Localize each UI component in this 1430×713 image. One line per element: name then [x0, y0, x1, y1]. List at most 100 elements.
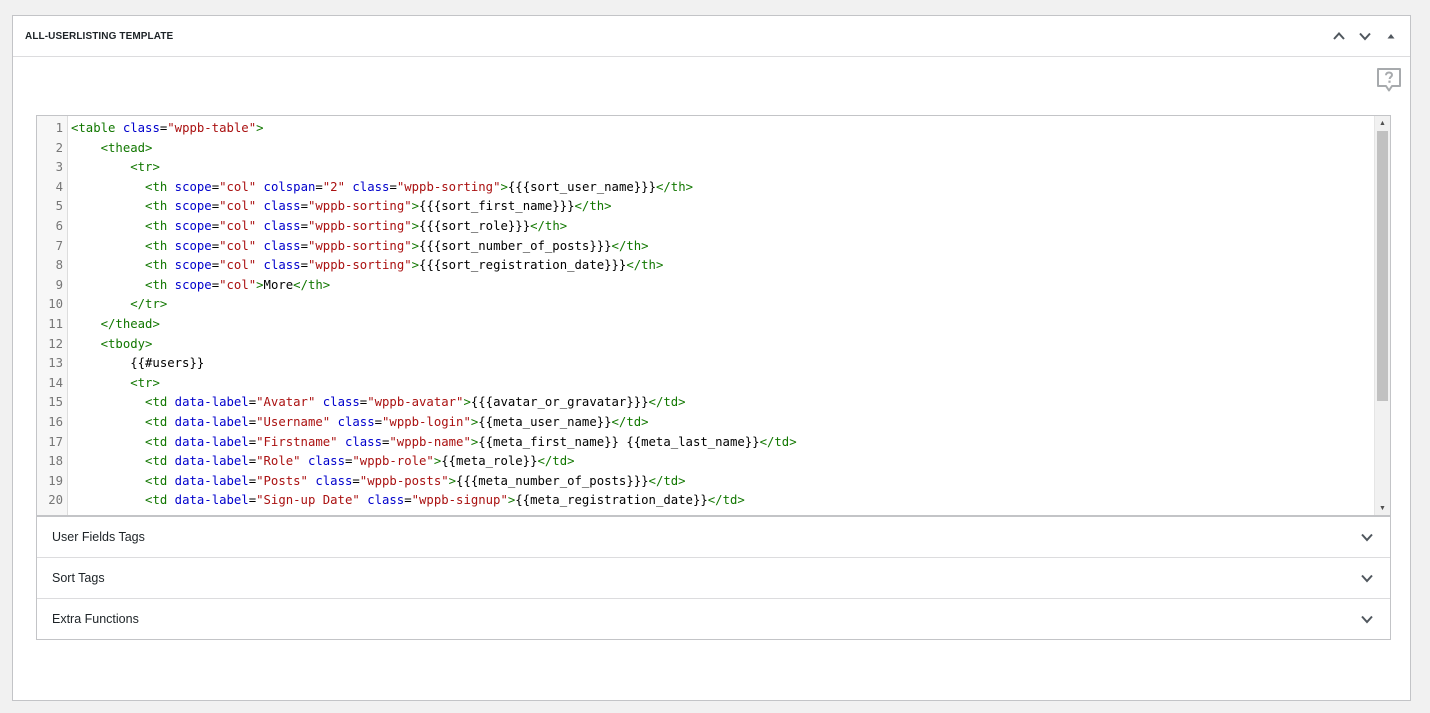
code-token: > [463, 395, 471, 410]
accordion-label: Extra Functions [52, 612, 139, 626]
code-token: <td [145, 473, 175, 488]
scroll-up-arrow-icon[interactable]: ▲ [1375, 116, 1390, 130]
accordion-label: Sort Tags [52, 571, 105, 585]
code-token: = [374, 414, 383, 429]
code-token: <td [145, 395, 175, 410]
code-token: = [248, 493, 257, 508]
code-line: <td data-label="Username" class="wppb-lo… [71, 413, 797, 433]
code-line: {{#users}} [71, 354, 797, 374]
code-line: <table class="wppb-table"> [71, 119, 797, 139]
code-token: "Avatar" [256, 395, 316, 410]
code-token: </td> [537, 454, 575, 469]
code-token: "2" [322, 179, 345, 194]
code-token: <thead> [100, 140, 153, 155]
code-token: "wppb-sorting" [307, 238, 412, 253]
toggle-panel-button[interactable] [1378, 16, 1404, 56]
code-token: scope [174, 218, 212, 233]
code-token: "Username" [256, 414, 331, 429]
accordion-extra-functions[interactable]: Extra Functions [37, 598, 1390, 639]
code-line: <th scope="col" class="wppb-sorting">{{{… [71, 237, 797, 257]
code-token: scope [174, 277, 212, 292]
code-token: scope [174, 258, 212, 273]
move-up-button[interactable] [1326, 16, 1352, 56]
help-question-icon[interactable] [1376, 67, 1402, 93]
code-line: <th scope="col" class="wppb-sorting">{{{… [71, 197, 797, 217]
code-token: class [337, 414, 375, 429]
code-token: <th [145, 179, 175, 194]
code-token: {{meta_role}} [441, 454, 538, 469]
code-token: "Firstname" [256, 434, 338, 449]
code-token: scope [174, 199, 212, 214]
code-token: > [500, 179, 508, 194]
chevron-down-icon [1361, 533, 1373, 542]
code-token: = [300, 238, 308, 253]
code-token: "col" [219, 199, 257, 214]
code-token: "wppb-signup" [411, 493, 508, 508]
code-token: </th> [626, 258, 664, 273]
code-token: </tr> [130, 297, 168, 312]
code-token: "wppb-table" [167, 121, 257, 135]
scroll-down-arrow-icon[interactable]: ▼ [1375, 501, 1390, 515]
code-token: <th [145, 218, 175, 233]
editor-scrollbar[interactable]: ▲ ▼ [1374, 116, 1390, 515]
code-token: "wppb-sorting" [307, 218, 412, 233]
accordion-label: User Fields Tags [52, 530, 145, 544]
code-token: {{{sort_number_of_posts}}} [419, 238, 612, 253]
code-token: </td> [707, 493, 745, 508]
code-token: <th [145, 258, 175, 273]
code-token: data-label [174, 473, 249, 488]
code-line: <th scope="col">More</th> [71, 276, 797, 296]
code-token: = [404, 493, 412, 508]
code-token: = [352, 473, 360, 488]
line-number: 14 [48, 375, 63, 390]
code-token: <tbody> [100, 336, 153, 351]
code-token: class [322, 395, 360, 410]
code-token: = [211, 277, 220, 292]
code-token: {{{sort_registration_date}}} [419, 258, 627, 273]
code-token: <tr> [130, 375, 160, 390]
code-line: <th scope="col" colspan="2" class="wppb-… [71, 178, 797, 198]
code-token: > [411, 258, 420, 273]
code-token: "wppb-sorting" [396, 179, 501, 194]
chevron-down-icon [1361, 615, 1373, 624]
move-down-button[interactable] [1352, 16, 1378, 56]
line-number: 20 [48, 493, 63, 508]
accordion-user-fields-tags[interactable]: User Fields Tags [37, 516, 1390, 557]
code-line: <tr> [71, 158, 797, 178]
code-token: {{meta_first_name}} {{meta_last_name}} [478, 434, 760, 449]
accordion-sort-tags[interactable]: Sort Tags [37, 557, 1390, 598]
postbox-header: ALL-USERLISTING TEMPLATE [13, 16, 1410, 57]
code-line: </thead> [71, 315, 797, 335]
code-token: = [248, 473, 257, 488]
code-token: "col" [219, 179, 257, 194]
scrollbar-thumb[interactable] [1377, 131, 1388, 401]
code-token: "wppb-sorting" [307, 258, 412, 273]
template-code-editor[interactable]: 1 2 3 4 5 6 7 8 9 10 11 12 13 14 15 16 17 18 19 20 <table c… [36, 115, 1391, 516]
code-token: {{{sort_user_name}}} [507, 179, 656, 194]
code-token: = [248, 454, 257, 469]
code-token: "wppb-name" [389, 434, 471, 449]
code-token: <td [145, 434, 175, 449]
line-number: 2 [55, 140, 63, 155]
code-token: = [211, 199, 220, 214]
line-number: 9 [55, 277, 63, 292]
code-token: = [211, 218, 220, 233]
line-number: 18 [48, 454, 63, 469]
line-number: 3 [55, 160, 63, 175]
code-lines[interactable]: <table class="wppb-table"> <thead> <tr> … [71, 119, 797, 511]
code-token: > [411, 238, 420, 253]
code-token: class [263, 218, 301, 233]
code-token: "wppb-posts" [359, 473, 449, 488]
